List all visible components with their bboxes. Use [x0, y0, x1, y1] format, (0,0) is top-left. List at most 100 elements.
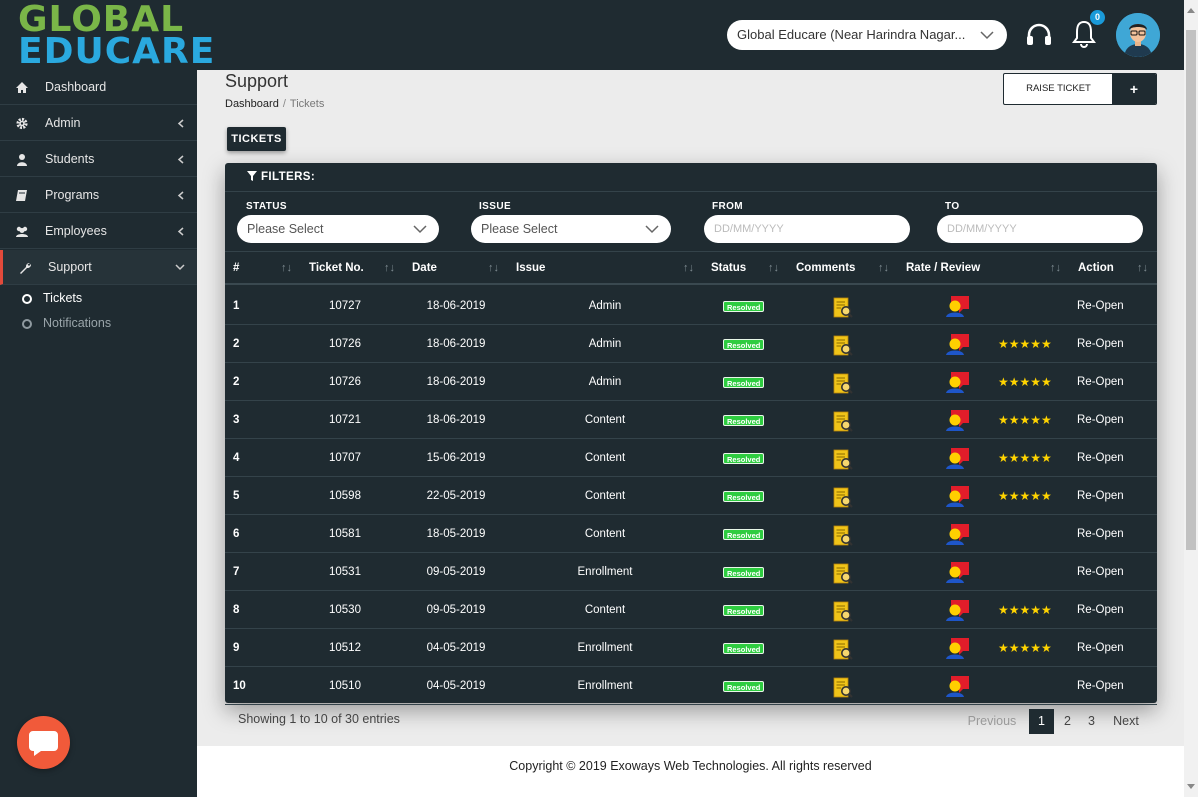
column-header-issue[interactable]: Issue [516, 252, 545, 284]
comments-icon[interactable] [833, 334, 853, 356]
reopen-link[interactable]: Re-Open [1077, 325, 1124, 363]
comments-icon[interactable] [833, 486, 853, 508]
headset-icon[interactable] [1025, 22, 1053, 48]
rate-review-icon[interactable] [943, 598, 971, 622]
entries-info: Showing 1 to 10 of 30 entries [238, 712, 400, 726]
status-badge: Resolved [723, 415, 765, 426]
page-button-2[interactable]: 2 [1055, 709, 1080, 734]
sort-icon[interactable]: ↑↓ [384, 252, 395, 284]
comments-icon[interactable] [833, 296, 853, 318]
rate-review-icon[interactable] [943, 370, 971, 394]
reopen-link[interactable]: Re-Open [1077, 515, 1124, 553]
sidebar-item-programs[interactable]: Programs [0, 178, 197, 213]
rate-review-icon[interactable] [943, 294, 971, 318]
row-number: 2 [233, 338, 240, 350]
status-badge: Resolved [723, 301, 765, 312]
organization-select[interactable]: Global Educare (Near Harindra Nagar... [727, 20, 1007, 50]
page-button-1[interactable]: 1 [1029, 709, 1054, 734]
reopen-link[interactable]: Re-Open [1077, 629, 1124, 667]
row-number: 2 [233, 376, 240, 388]
comments-icon[interactable] [833, 448, 853, 470]
status-select[interactable]: Please Select [237, 215, 439, 243]
sidebar-subitem-notifications[interactable]: Notifications [0, 311, 197, 336]
avatar[interactable] [1116, 13, 1160, 57]
chat-button[interactable] [17, 716, 70, 769]
sidebar-item-students[interactable]: Students [0, 142, 197, 177]
copyright-text: Copyright © 2019 Exoways Web Technologie… [509, 759, 872, 773]
column-header-rate-review[interactable]: Rate / Review [906, 252, 980, 284]
sidebar-item-admin[interactable]: Admin [0, 106, 197, 141]
next-page-button[interactable]: Next [1106, 709, 1146, 734]
rate-review-icon[interactable] [943, 408, 971, 432]
table-header: # ↑↓ Ticket No. ↑↓ Date ↑↓ Issue ↑↓ Stat… [225, 251, 1157, 285]
sidebar-subitem-tickets[interactable]: Tickets [0, 286, 197, 311]
chat-icon [29, 731, 58, 756]
comments-icon[interactable] [833, 562, 853, 584]
raise-ticket-button[interactable]: RAISE TICKET + [1003, 73, 1157, 105]
previous-page-button[interactable]: Previous [962, 709, 1022, 734]
column-header-ticket-no[interactable]: Ticket No. [309, 252, 364, 284]
comments-icon[interactable] [833, 410, 853, 432]
scroll-down-arrow-icon[interactable] [1187, 784, 1195, 789]
sort-icon[interactable]: ↑↓ [1050, 252, 1061, 284]
page-button-3[interactable]: 3 [1079, 709, 1104, 734]
plus-icon[interactable]: + [1112, 74, 1156, 104]
ticket-date: 18-06-2019 [426, 414, 486, 426]
reopen-link[interactable]: Re-Open [1077, 553, 1124, 591]
ticket-date: 04-05-2019 [426, 642, 486, 654]
column-header-date[interactable]: Date [412, 252, 437, 284]
column-header-status[interactable]: Status [711, 252, 746, 284]
comments-icon[interactable] [833, 638, 853, 660]
comments-icon[interactable] [833, 600, 853, 622]
to-date-input[interactable]: DD/MM/YYYY [937, 215, 1143, 243]
sidebar-subitem-label: Notifications [43, 316, 112, 330]
row-number: 3 [233, 414, 240, 426]
row-number: 1 [233, 300, 240, 312]
comments-icon[interactable] [833, 372, 853, 394]
sidebar-item-support[interactable]: Support [0, 250, 197, 285]
ticket-number: 10726 [329, 338, 361, 350]
scroll-up-arrow-icon[interactable] [1187, 8, 1195, 13]
breadcrumb-home-link[interactable]: Dashboard [225, 98, 279, 110]
sort-icon[interactable]: ↑↓ [1137, 252, 1148, 284]
sidebar-item-employees[interactable]: Employees [0, 214, 197, 249]
rate-review-icon[interactable] [943, 636, 971, 660]
rate-review-icon[interactable] [943, 446, 971, 470]
column-header-action[interactable]: Action [1078, 252, 1114, 284]
from-date-input[interactable]: DD/MM/YYYY [704, 215, 910, 243]
sort-icon[interactable]: ↑↓ [683, 252, 694, 284]
sort-icon[interactable]: ↑↓ [488, 252, 499, 284]
reopen-link[interactable]: Re-Open [1077, 591, 1124, 629]
rate-review-icon[interactable] [943, 484, 971, 508]
comments-icon[interactable] [833, 676, 853, 698]
sidebar-item-label: Students [45, 152, 95, 166]
breadcrumb-separator: / [282, 98, 286, 110]
tab-tickets[interactable]: TICKETS [227, 127, 286, 151]
chevron-down-icon [413, 225, 427, 234]
column-header-comments[interactable]: Comments [796, 252, 855, 284]
sidebar-item-dashboard[interactable]: Dashboard [0, 70, 197, 105]
column-header-number[interactable]: # [233, 252, 239, 284]
rate-review-icon[interactable] [943, 560, 971, 584]
sort-icon[interactable]: ↑↓ [768, 252, 779, 284]
star-rating: ★★★★★ [998, 451, 1052, 465]
rate-review-icon[interactable] [943, 332, 971, 356]
reopen-link[interactable]: Re-Open [1077, 363, 1124, 401]
comments-icon[interactable] [833, 524, 853, 546]
sort-icon[interactable]: ↑↓ [878, 252, 889, 284]
sort-icon[interactable]: ↑↓ [281, 252, 292, 284]
rate-review-icon[interactable] [943, 674, 971, 698]
rate-review-icon[interactable] [943, 522, 971, 546]
page-scrollbar[interactable] [1184, 0, 1198, 797]
logo[interactable]: GLOBAL EDUCARE [0, 0, 214, 70]
row-number: 6 [233, 528, 240, 540]
reopen-link[interactable]: Re-Open [1077, 287, 1124, 325]
filter-icon [247, 171, 257, 181]
reopen-link[interactable]: Re-Open [1077, 667, 1124, 705]
status-badge: Resolved [723, 453, 765, 464]
scroll-thumb[interactable] [1186, 30, 1196, 550]
reopen-link[interactable]: Re-Open [1077, 439, 1124, 477]
reopen-link[interactable]: Re-Open [1077, 477, 1124, 515]
issue-select[interactable]: Please Select [471, 215, 671, 243]
reopen-link[interactable]: Re-Open [1077, 401, 1124, 439]
